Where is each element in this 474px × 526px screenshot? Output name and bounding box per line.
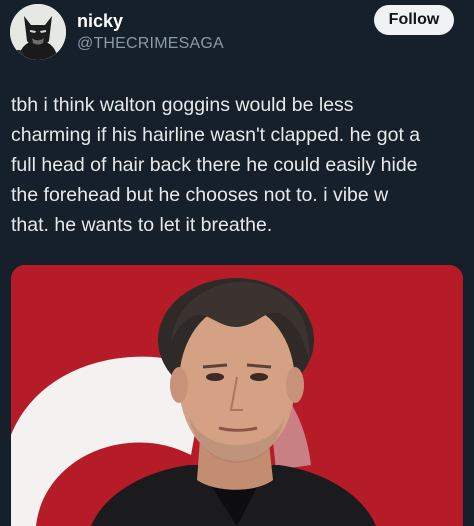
tweet-text-line: full head of hair back there he could ea… — [11, 154, 418, 176]
tweet-text-line: that. he wants to let it breathe. — [11, 214, 273, 236]
tweet-photo[interactable] — [11, 265, 463, 526]
tweet-text-line: tbh i think walton goggins would be less — [11, 94, 354, 116]
follow-button[interactable]: Follow — [374, 5, 454, 35]
tweet-header: nicky @THECRIMESAGA Follow — [0, 0, 474, 70]
author-names: nicky @THECRIMESAGA — [77, 10, 224, 54]
author-display-name[interactable]: nicky — [77, 10, 224, 32]
batman-avatar-icon[interactable] — [10, 4, 66, 60]
author-handle[interactable]: @THECRIMESAGA — [77, 34, 224, 54]
tweet-text-line: the forehead but he chooses not to. i vi… — [11, 184, 389, 206]
tweet-text: tbh i think walton goggins would be less… — [11, 90, 466, 240]
tweet-text-line: charming if his hairline wasn't clapped.… — [11, 124, 421, 146]
